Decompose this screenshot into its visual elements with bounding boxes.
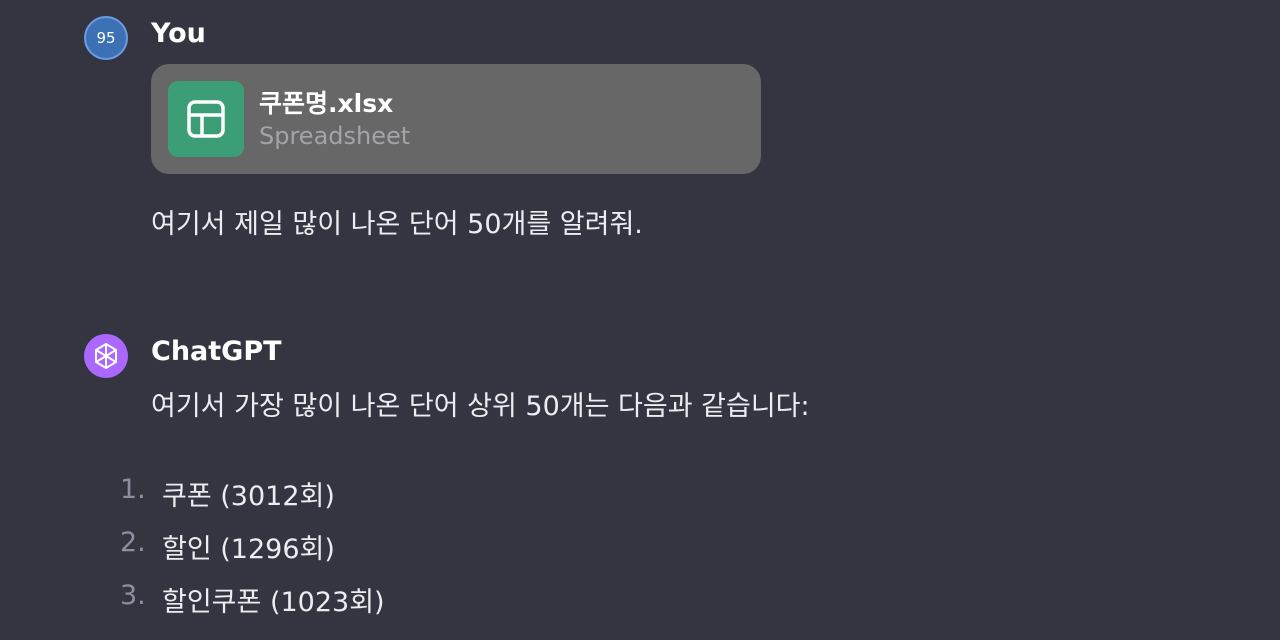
list-item-number: 1. bbox=[120, 474, 146, 505]
user-avatar: 95 bbox=[84, 16, 128, 60]
list-item-text: 할인쿠폰 (1023회) bbox=[162, 587, 385, 618]
spreadsheet-icon bbox=[168, 81, 244, 157]
list-item-number: 2. bbox=[120, 527, 146, 558]
user-message-text: 여기서 제일 많이 나온 단어 50개를 알려줘. bbox=[151, 209, 643, 240]
file-type: Spreadsheet bbox=[259, 122, 411, 150]
openai-logo-icon bbox=[84, 334, 128, 378]
list-item: 1. 쿠폰 (3012회) bbox=[120, 474, 385, 527]
answer-list: 1. 쿠폰 (3012회) 2. 할인 (1296회) 3. 할인쿠폰 (102… bbox=[120, 474, 385, 633]
list-item: 3. 할인쿠폰 (1023회) bbox=[120, 580, 385, 633]
user-author-name: You bbox=[151, 18, 206, 49]
user-avatar-text: 95 bbox=[96, 29, 116, 47]
assistant-author-name: ChatGPT bbox=[151, 336, 282, 367]
assistant-intro-text: 여기서 가장 많이 나온 단어 상위 50개는 다음과 같습니다: bbox=[151, 391, 810, 422]
list-item-text: 할인 (1296회) bbox=[162, 534, 335, 565]
list-item-text: 쿠폰 (3012회) bbox=[162, 481, 335, 512]
list-item: 2. 할인 (1296회) bbox=[120, 527, 385, 580]
file-name: 쿠폰명.xlsx bbox=[259, 89, 394, 118]
list-item-number: 3. bbox=[120, 580, 146, 611]
file-attachment-card[interactable]: 쿠폰명.xlsx Spreadsheet bbox=[151, 64, 761, 174]
